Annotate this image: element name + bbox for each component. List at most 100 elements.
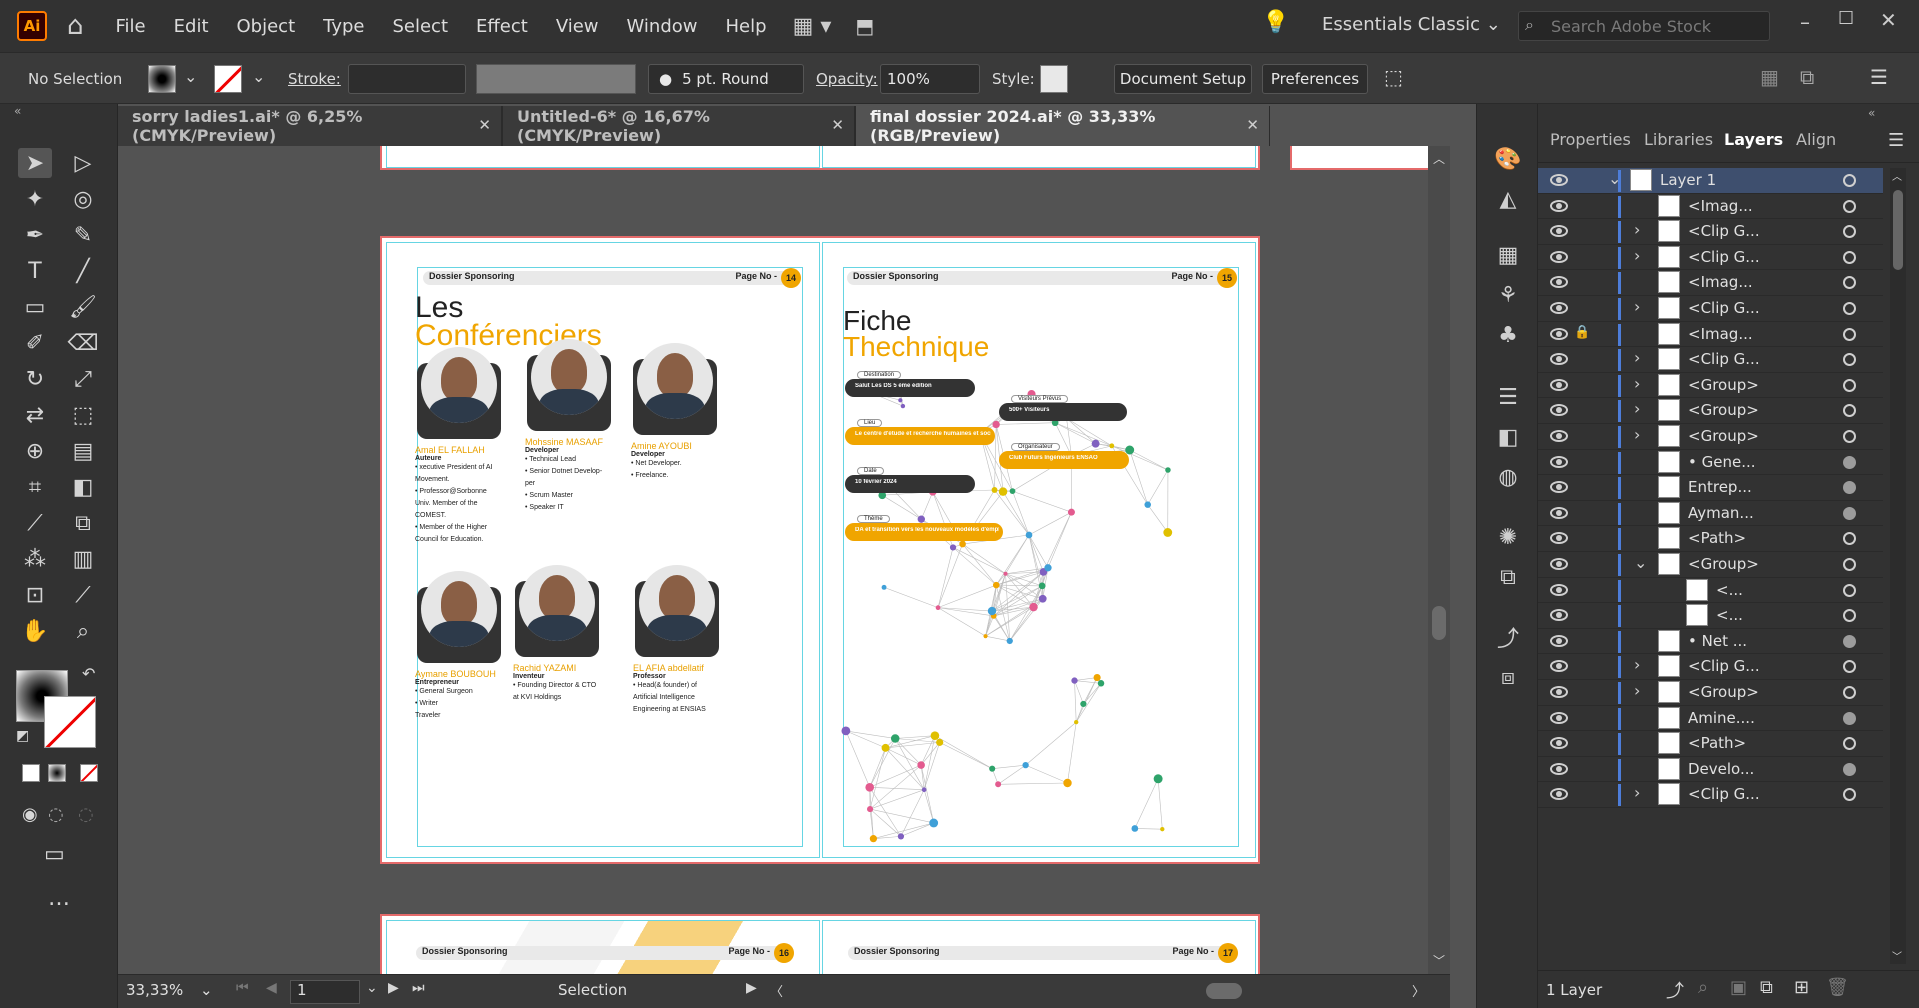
target-icon[interactable] — [1843, 199, 1856, 213]
layer-row[interactable]: <... — [1538, 603, 1883, 629]
target-icon[interactable] — [1843, 225, 1856, 239]
stroke-weight-stepper[interactable] — [348, 64, 466, 94]
vertical-scrollbar[interactable]: ︿ ﹀ — [1428, 146, 1450, 974]
tab-layers[interactable]: Layers — [1724, 130, 1783, 149]
visibility-eye-icon[interactable] — [1550, 660, 1568, 673]
chevron-right-icon[interactable]: › — [1634, 681, 1640, 700]
target-icon[interactable] — [1843, 686, 1856, 699]
status-menu-icon[interactable]: ▶ — [746, 980, 757, 996]
layer-row[interactable]: › <Clip G... — [1538, 219, 1883, 245]
target-icon[interactable] — [1843, 583, 1856, 597]
artboard-tool[interactable]: ⊡ — [18, 580, 52, 610]
visibility-eye-icon[interactable] — [1550, 250, 1568, 263]
visibility-eye-icon[interactable] — [1550, 430, 1568, 442]
target-icon[interactable] — [1843, 634, 1856, 648]
eyedropper-tool[interactable]: ⟋ — [18, 508, 52, 538]
visibility-eye-icon[interactable] — [1550, 506, 1568, 519]
target-icon[interactable] — [1843, 762, 1856, 776]
stock-search-input[interactable]: ⌕ Search Adobe Stock — [1518, 11, 1770, 41]
menu-object[interactable]: Object — [223, 16, 310, 37]
align-icon[interactable]: ▦ — [1760, 65, 1779, 89]
menu-type[interactable]: Type — [309, 16, 378, 37]
lock-icon[interactable]: 🔒 — [1574, 325, 1590, 340]
layer-row[interactable]: • Gene... — [1538, 450, 1883, 476]
menu-window[interactable]: Window — [613, 16, 712, 37]
menu-list-icon[interactable]: ☰ — [1870, 65, 1888, 89]
tab-sorry-ladies[interactable]: sorry ladies1.ai* @ 6,25% (CMYK/Preview)… — [118, 106, 502, 146]
menu-file[interactable]: File — [102, 16, 160, 37]
scroll-up-icon[interactable]: ︿ — [1892, 168, 1902, 183]
visibility-eye-icon[interactable] — [1550, 225, 1568, 238]
target-icon[interactable] — [1843, 378, 1856, 392]
swap-colors-icon[interactable]: ↶ — [82, 664, 95, 683]
scroll-right-icon[interactable]: 〉 — [1412, 981, 1425, 1000]
scroll-down-icon[interactable]: ﹀ — [1433, 952, 1445, 969]
lightbulb-icon[interactable]: 💡 — [1262, 10, 1289, 35]
preferences-button[interactable]: Preferences — [1262, 64, 1368, 94]
pen-tool[interactable]: ✒ — [18, 220, 52, 250]
locate-object-icon[interactable]: ⌕ — [1698, 977, 1708, 998]
brush-definition-dropdown[interactable]: ● 5 pt. Round — [648, 64, 804, 94]
target-icon[interactable] — [1843, 737, 1856, 751]
visibility-eye-icon[interactable] — [1550, 686, 1568, 698]
layer-row[interactable]: › <Clip G... — [1538, 782, 1883, 808]
home-icon[interactable]: ⌂ — [67, 11, 84, 41]
layer-row[interactable]: › <Clip G... — [1538, 245, 1883, 271]
stroke-label[interactable]: Stroke: — [288, 70, 341, 88]
tab-libraries[interactable]: Libraries — [1644, 130, 1713, 149]
arrange-documents-icon[interactable]: ⬒ — [855, 14, 874, 38]
curvature-tool[interactable]: ✎ — [66, 220, 100, 250]
next-artboard-icon[interactable]: ▶ — [388, 980, 399, 996]
gradient-mode-button[interactable] — [48, 764, 66, 782]
scale-tool[interactable]: ⤢ — [66, 364, 100, 394]
gradient-tool[interactable]: ◧ — [66, 472, 100, 502]
layer-row[interactable]: › <Group> — [1538, 398, 1883, 424]
target-icon[interactable] — [1843, 532, 1856, 546]
menu-edit[interactable]: Edit — [160, 16, 223, 37]
line-tool[interactable]: ╱ — [66, 256, 100, 286]
collapse-toolbar-icon[interactable]: « — [14, 104, 21, 118]
rotate-tool[interactable]: ↻ — [18, 364, 52, 394]
none-mode-button[interactable] — [80, 764, 98, 782]
chevron-right-icon[interactable]: › — [1634, 246, 1640, 265]
appearance-icon[interactable]: ✺ — [1493, 522, 1523, 552]
layer-row[interactable]: <Path> — [1538, 526, 1883, 552]
first-artboard-icon[interactable]: ⏮ — [236, 980, 249, 996]
screen-mode-icon[interactable]: ▭ — [44, 842, 65, 867]
swatches-icon[interactable]: ▦ — [1493, 240, 1523, 270]
target-icon[interactable] — [1843, 609, 1856, 623]
hand-tool[interactable]: ✋ — [18, 616, 52, 646]
visibility-eye-icon[interactable] — [1550, 737, 1568, 750]
color-panel-icon[interactable]: 🎨 — [1493, 144, 1523, 174]
shaper-tool[interactable]: ✐ — [18, 328, 52, 358]
width-tool[interactable]: ⇄ — [18, 400, 52, 430]
visibility-eye-icon[interactable] — [1550, 762, 1568, 775]
prev-artboard-icon[interactable]: ◀ — [266, 980, 277, 996]
color-guide-icon[interactable]: ◭ — [1493, 184, 1523, 214]
target-icon[interactable] — [1843, 660, 1856, 674]
target-icon[interactable] — [1843, 353, 1856, 367]
default-colors-icon[interactable]: ◩ — [16, 728, 29, 744]
layer-row[interactable]: 🔒 <Imag... — [1538, 322, 1883, 348]
visibility-eye-icon[interactable] — [1550, 378, 1568, 391]
chevron-down-icon[interactable]: ⌄ — [366, 980, 378, 996]
more-tools-icon[interactable]: … — [48, 886, 70, 911]
visibility-eye-icon[interactable] — [1550, 174, 1568, 186]
layer-row[interactable]: › <Clip G... — [1538, 296, 1883, 322]
perspective-grid-tool[interactable]: ▤ — [66, 436, 100, 466]
chevron-right-icon[interactable]: › — [1634, 297, 1640, 316]
horizontal-scrollbar[interactable]: 〈 〉 — [770, 979, 1430, 1003]
graphic-styles-icon[interactable]: ⧉ — [1493, 562, 1523, 592]
color-mode-button[interactable] — [22, 764, 40, 782]
close-icon[interactable]: ✕ — [1246, 116, 1259, 134]
chevron-right-icon[interactable]: › — [1634, 425, 1640, 444]
chevron-right-icon[interactable]: › — [1634, 783, 1640, 802]
export-icon[interactable]: ⤴ — [1493, 622, 1523, 652]
draw-normal-icon[interactable]: ◉ — [22, 804, 38, 825]
lasso-tool[interactable]: ◎ — [66, 184, 100, 214]
layer-row[interactable]: <Imag... — [1538, 194, 1883, 220]
rectangle-tool[interactable]: ▭ — [18, 292, 52, 322]
variable-width-profile[interactable] — [476, 64, 636, 94]
export-layer-icon[interactable]: ⤴ — [1666, 977, 1684, 1003]
scroll-left-icon[interactable]: 〈 — [770, 981, 783, 1000]
